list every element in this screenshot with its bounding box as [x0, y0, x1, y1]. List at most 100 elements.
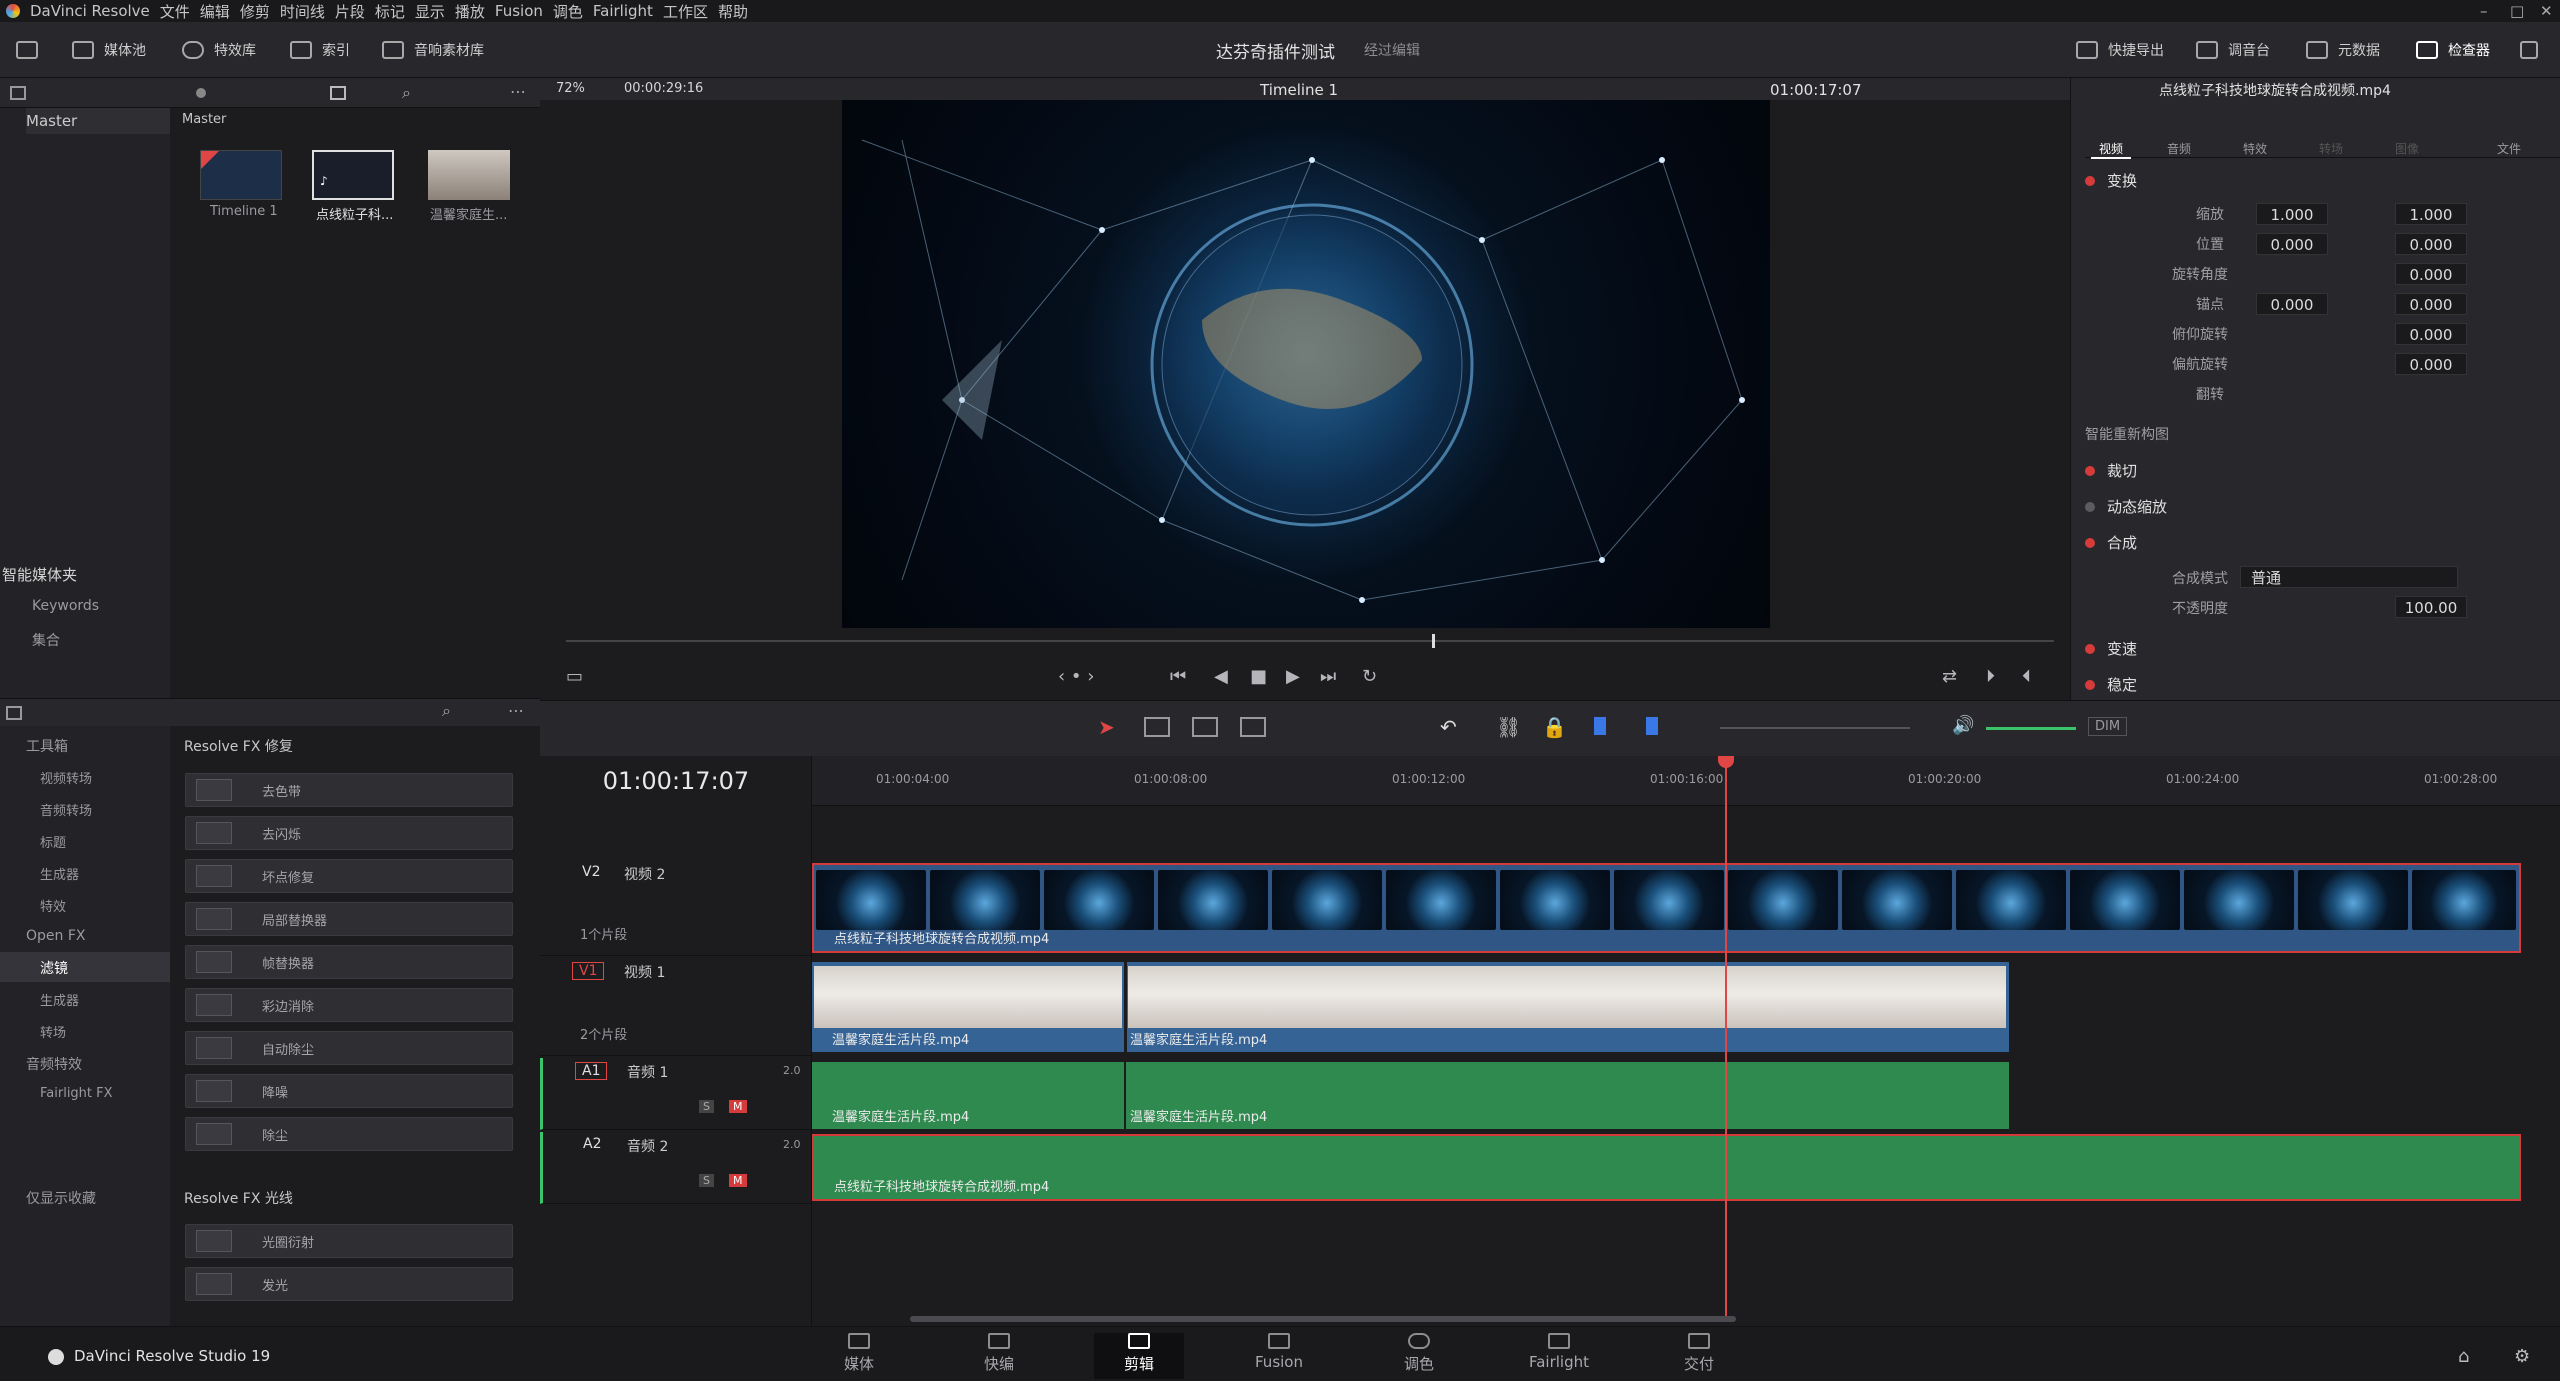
more-options-icon[interactable]: ⋯	[510, 82, 526, 101]
tab-file[interactable]: 文件	[2497, 140, 2521, 157]
workspace-toggle-icon[interactable]	[16, 36, 48, 64]
composite-section[interactable]: 合成	[2085, 532, 2137, 553]
jog-control[interactable]: ‹ • ›	[1058, 666, 1094, 687]
viewer-mode-icon[interactable]: ▭	[566, 666, 583, 687]
menu-clip[interactable]: 片段	[335, 1, 365, 22]
tree-audio-fx[interactable]: 音频特效	[26, 1054, 82, 1074]
mute-button-a1[interactable]: M	[729, 1100, 747, 1113]
stabilize-section[interactable]: 稳定	[2085, 674, 2137, 695]
menu-trim[interactable]: 修剪	[240, 1, 270, 22]
trim-tool-icon[interactable]	[1144, 717, 1170, 737]
page-fusion[interactable]: Fusion	[1234, 1333, 1324, 1371]
search-icon[interactable]: ⌕	[402, 83, 411, 103]
track-name-v2[interactable]: 视频 2	[624, 864, 665, 884]
fx-deflicker[interactable]: 去闪烁	[185, 816, 513, 850]
group-light-heading[interactable]: Resolve FX 光线	[184, 1188, 293, 1208]
dynamic-trim-icon[interactable]	[1192, 717, 1218, 737]
tree-filters-row[interactable]	[0, 952, 170, 982]
crop-section[interactable]: 裁切	[2085, 460, 2137, 481]
page-edit[interactable]: 剪辑	[1094, 1333, 1184, 1379]
solo-button-a2[interactable]: S	[699, 1174, 714, 1187]
menu-fusion[interactable]: Fusion	[495, 2, 543, 20]
tree-titles[interactable]: 标题	[40, 832, 66, 851]
fx-deband[interactable]: 去色带	[185, 773, 513, 807]
quick-export-button[interactable]: 快捷导出	[2076, 36, 2164, 64]
position-y-field[interactable]: 0.000	[2395, 233, 2467, 255]
zoom-y-field[interactable]: 1.000	[2395, 203, 2467, 225]
media-pool-button[interactable]: 媒体池	[72, 36, 146, 64]
page-color[interactable]: 调色	[1374, 1333, 1464, 1374]
anchor-x-field[interactable]: 0.000	[2256, 293, 2328, 315]
selection-tool-icon[interactable]: ➤	[1098, 715, 1115, 739]
effects-search-icon[interactable]: ⌕	[442, 701, 451, 721]
yaw-field[interactable]: 0.000	[2395, 353, 2467, 375]
menu-fairlight[interactable]: Fairlight	[593, 2, 653, 20]
sound-library-button[interactable]: 音响素材库	[382, 36, 484, 64]
tree-effects[interactable]: 特效	[40, 896, 66, 915]
fx-auto-dust[interactable]: 自动除尘	[185, 1031, 513, 1065]
tree-filters[interactable]: 滤镜	[40, 958, 68, 978]
play-reverse-button[interactable]: ◀	[1214, 666, 1228, 687]
marker-icon[interactable]	[1646, 717, 1658, 735]
fx-noise-reduction[interactable]: 降噪	[185, 1074, 513, 1108]
tree-generators[interactable]: 生成器	[40, 864, 79, 883]
mixer-button[interactable]: 调音台	[2196, 36, 2270, 64]
inspector-button[interactable]: 检查器	[2416, 36, 2490, 64]
page-cut[interactable]: 快编	[954, 1333, 1044, 1374]
metadata-button[interactable]: 元数据	[2306, 36, 2380, 64]
grid-view-icon[interactable]	[330, 86, 346, 100]
menu-edit[interactable]: 编辑	[200, 1, 230, 22]
fx-dead-pixel-fixer[interactable]: 坏点修复	[185, 859, 513, 893]
next-edit-icon[interactable]: ⏵	[1986, 666, 1995, 687]
page-media[interactable]: 媒体	[814, 1333, 904, 1374]
volume-slider[interactable]	[1986, 727, 2076, 730]
dynamic-zoom-section[interactable]: 动态缩放	[2085, 496, 2167, 517]
scrubber-playhead[interactable]	[1432, 634, 1435, 648]
audio-clip-thumbnail[interactable]: ♪	[312, 150, 394, 200]
anchor-y-field[interactable]: 0.000	[2395, 293, 2467, 315]
page-fairlight[interactable]: Fairlight	[1514, 1333, 1604, 1371]
settings-gear-icon[interactable]: ⚙	[2514, 1346, 2530, 1367]
fx-aperture-diffraction[interactable]: 光圈衍射	[185, 1224, 513, 1258]
fx-glow[interactable]: 发光	[185, 1267, 513, 1301]
menu-workspace[interactable]: 工作区	[663, 1, 708, 22]
tree-openfx-generators[interactable]: 生成器	[40, 990, 79, 1009]
tree-fairlight-fx[interactable]: Fairlight FX	[40, 1086, 113, 1101]
timeline-scrollbar[interactable]	[910, 1316, 1736, 1322]
zoom-level[interactable]: 72%	[556, 81, 585, 96]
mute-button-a2[interactable]: M	[729, 1174, 747, 1187]
dim-button[interactable]: DIM	[2088, 717, 2128, 736]
zoom-slider[interactable]	[1720, 727, 1910, 729]
edit-point[interactable]	[1124, 962, 1127, 1052]
track-name-a1[interactable]: 音频 1	[627, 1062, 668, 1082]
close-icon[interactable]: ✕	[2540, 2, 2553, 20]
menu-color[interactable]: 调色	[553, 1, 583, 22]
menu-help[interactable]: 帮助	[718, 1, 748, 22]
master-bin[interactable]: Master	[26, 108, 170, 134]
linked-selection-icon[interactable]: ⛓	[1496, 715, 1521, 739]
transform-section[interactable]: 变换	[2085, 170, 2137, 191]
track-name-a2[interactable]: 音频 2	[627, 1136, 668, 1156]
loop-button[interactable]: ↻	[1362, 666, 1377, 687]
smart-reframe-section[interactable]: 智能重新构图	[2085, 424, 2169, 444]
rotation-field[interactable]: 0.000	[2395, 263, 2467, 285]
effects-sidebar-icon[interactable]	[6, 706, 22, 720]
menu-timeline[interactable]: 时间线	[280, 1, 325, 22]
menu-file[interactable]: 文件	[160, 1, 190, 22]
expand-icon[interactable]	[2520, 36, 2548, 64]
sidebar-toggle-icon[interactable]	[10, 86, 26, 100]
blade-tool-icon[interactable]	[1240, 717, 1266, 737]
track-name-v1[interactable]: 视频 1	[624, 962, 665, 982]
volume-icon[interactable]: 🔊	[1952, 715, 1974, 736]
tree-openfx[interactable]: Open FX	[26, 928, 86, 944]
video-clip-thumbnail[interactable]	[428, 150, 510, 200]
zoom-x-field[interactable]: 1.000	[2256, 203, 2328, 225]
timeline-selector[interactable]: Timeline 1	[1260, 81, 1338, 99]
solo-button-a1[interactable]: S	[699, 1100, 714, 1113]
page-deliver[interactable]: 交付	[1654, 1333, 1744, 1374]
match-frame-icon[interactable]: ⇄	[1942, 666, 1957, 687]
maximize-icon[interactable]: □	[2510, 2, 2524, 20]
group-restoration-heading[interactable]: Resolve FX 修复	[184, 736, 293, 756]
menu-view[interactable]: 显示	[415, 1, 445, 22]
track-id-a1[interactable]: A1	[575, 1062, 608, 1080]
